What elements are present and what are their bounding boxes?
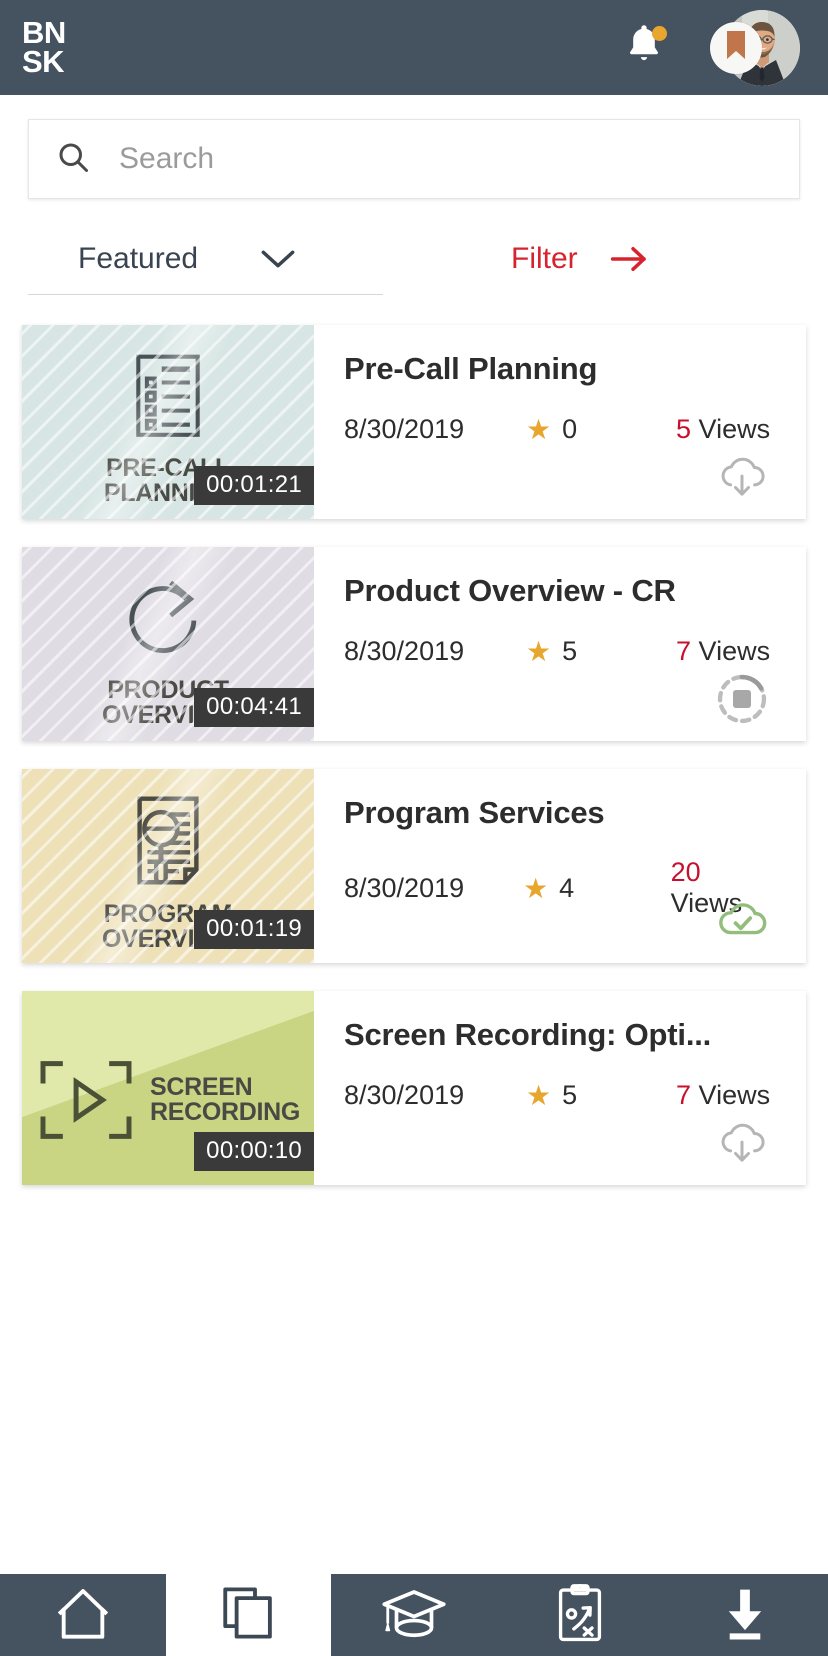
rating-value: 4 <box>559 872 575 903</box>
video-thumbnail[interactable]: PRE-CALL PLANNING 00:01:21 <box>22 325 314 519</box>
card-date: 8/30/2019 <box>344 414 465 444</box>
video-list: PRE-CALL PLANNING 00:01:21 Pre-Call Plann… <box>0 291 828 1185</box>
magnifier-document-icon <box>122 794 214 898</box>
cloud-download-icon[interactable] <box>712 447 772 507</box>
star-icon: ★ <box>526 636 552 667</box>
cloud-check-icon[interactable] <box>712 891 772 951</box>
views-count: 7 <box>676 1080 692 1110</box>
notification-badge-dot <box>652 25 667 41</box>
card-body: Screen Recording: Opti... 8/30/2019 ★ 5 … <box>314 991 806 1185</box>
views-label: Views <box>698 636 771 666</box>
views-count: 5 <box>676 414 692 444</box>
duration-badge: 00:04:41 <box>194 688 314 727</box>
card-title: Program Services <box>344 795 605 830</box>
card-rating: ★ 5 <box>526 1079 676 1112</box>
views-label: Views <box>698 1080 771 1110</box>
card-date: 8/30/2019 <box>344 872 465 903</box>
card-date: 8/30/2019 <box>344 636 465 666</box>
play-in-frame-icon <box>36 1057 136 1143</box>
card-body: Program Services 8/30/2019 ★ 4 20 Views <box>314 769 806 963</box>
sort-dropdown[interactable]: Featured <box>28 223 383 295</box>
rating-value: 5 <box>562 636 578 666</box>
star-icon: ★ <box>523 872 549 904</box>
card-rating: ★ 4 <box>523 872 671 905</box>
card-views: 7 Views <box>676 1080 770 1111</box>
list-controls: Featured Filter <box>0 199 828 295</box>
search-box[interactable] <box>28 119 800 199</box>
card-title: Pre-Call Planning <box>344 351 598 386</box>
star-icon: ★ <box>526 414 552 445</box>
bookmark-icon <box>725 30 747 65</box>
sort-label: Featured <box>78 241 199 275</box>
card-meta: 8/30/2019 ★ 5 7 Views <box>344 635 778 668</box>
card-date: 8/30/2019 <box>344 1080 465 1110</box>
nav-item-content[interactable] <box>165 1574 332 1656</box>
rating-value: 5 <box>562 1080 578 1110</box>
list-item[interactable]: PRODUCT OVERVIEW 00:04:41 Product Overvie… <box>22 547 806 741</box>
card-title: Screen Recording: Opti... <box>344 1017 712 1052</box>
content-library-icon <box>220 1584 276 1647</box>
search-section <box>0 95 828 199</box>
nav-item-home[interactable] <box>0 1574 166 1656</box>
checklist-document-icon <box>124 352 212 452</box>
profile-button[interactable] <box>710 9 800 86</box>
chevron-down-icon <box>258 246 298 272</box>
views-count: 7 <box>676 636 692 666</box>
nav-item-plays[interactable] <box>497 1574 663 1656</box>
download-icon <box>718 1584 772 1647</box>
download-in-progress-icon[interactable] <box>712 669 772 729</box>
card-views: 7 Views <box>676 636 770 667</box>
list-item[interactable]: PRE-CALL PLANNING 00:01:21 Pre-Call Plann… <box>22 325 806 519</box>
duration-badge: 00:01:21 <box>194 466 314 505</box>
video-thumbnail[interactable]: PRODUCT OVERVIEW 00:04:41 <box>22 547 314 741</box>
notifications-button[interactable] <box>616 20 672 76</box>
nav-item-training[interactable] <box>331 1574 497 1656</box>
logo-line-2: SK <box>22 43 65 79</box>
home-icon <box>51 1584 115 1647</box>
graduation-cap-icon <box>379 1585 449 1646</box>
video-thumbnail[interactable]: SCREEN RECORDING 00:00:10 <box>22 991 314 1185</box>
search-icon <box>55 139 91 180</box>
list-item[interactable]: SCREEN RECORDING 00:00:10 Screen Recordin… <box>22 991 806 1185</box>
filter-label: Filter <box>511 242 578 275</box>
app-logo[interactable]: BN SK <box>22 17 66 79</box>
card-rating: ★ 0 <box>526 413 676 446</box>
app-header: BN SK <box>0 0 828 95</box>
card-title: Product Overview - CR <box>344 573 676 608</box>
card-body: Product Overview - CR 8/30/2019 ★ 5 7 Vi… <box>314 547 806 741</box>
card-rating: ★ 5 <box>526 635 676 668</box>
profile-bookmark-badge <box>710 21 762 74</box>
arrow-right-icon <box>608 244 650 274</box>
star-icon: ★ <box>526 1080 552 1111</box>
video-thumbnail[interactable]: PROGRAM OVERVIEW 00:01:19 <box>22 769 314 963</box>
circular-arrow-refresh-icon <box>116 574 220 674</box>
views-label: Views <box>698 414 771 444</box>
clipboard-strategy-icon <box>555 1583 605 1648</box>
cloud-download-icon[interactable] <box>712 1113 772 1173</box>
thumbnail-title: SCREEN RECORDING <box>149 1072 301 1126</box>
search-input[interactable] <box>119 142 773 176</box>
card-meta: 8/30/2019 ★ 0 5 Views <box>344 413 778 446</box>
duration-badge: 00:01:19 <box>194 910 314 949</box>
views-count: 20 <box>670 857 701 887</box>
list-item[interactable]: PROGRAM OVERVIEW 00:01:19 Program Service… <box>22 769 806 963</box>
card-body: Pre-Call Planning 8/30/2019 ★ 0 5 Views <box>314 325 806 519</box>
duration-badge: 00:00:10 <box>194 1132 314 1171</box>
rating-value: 0 <box>562 414 578 444</box>
card-views: 5 Views <box>676 414 770 445</box>
nav-item-downloads[interactable] <box>662 1574 828 1656</box>
card-meta: 8/30/2019 ★ 5 7 Views <box>344 1079 778 1112</box>
bottom-navigation <box>0 1574 828 1656</box>
filter-button[interactable]: Filter <box>511 242 650 276</box>
